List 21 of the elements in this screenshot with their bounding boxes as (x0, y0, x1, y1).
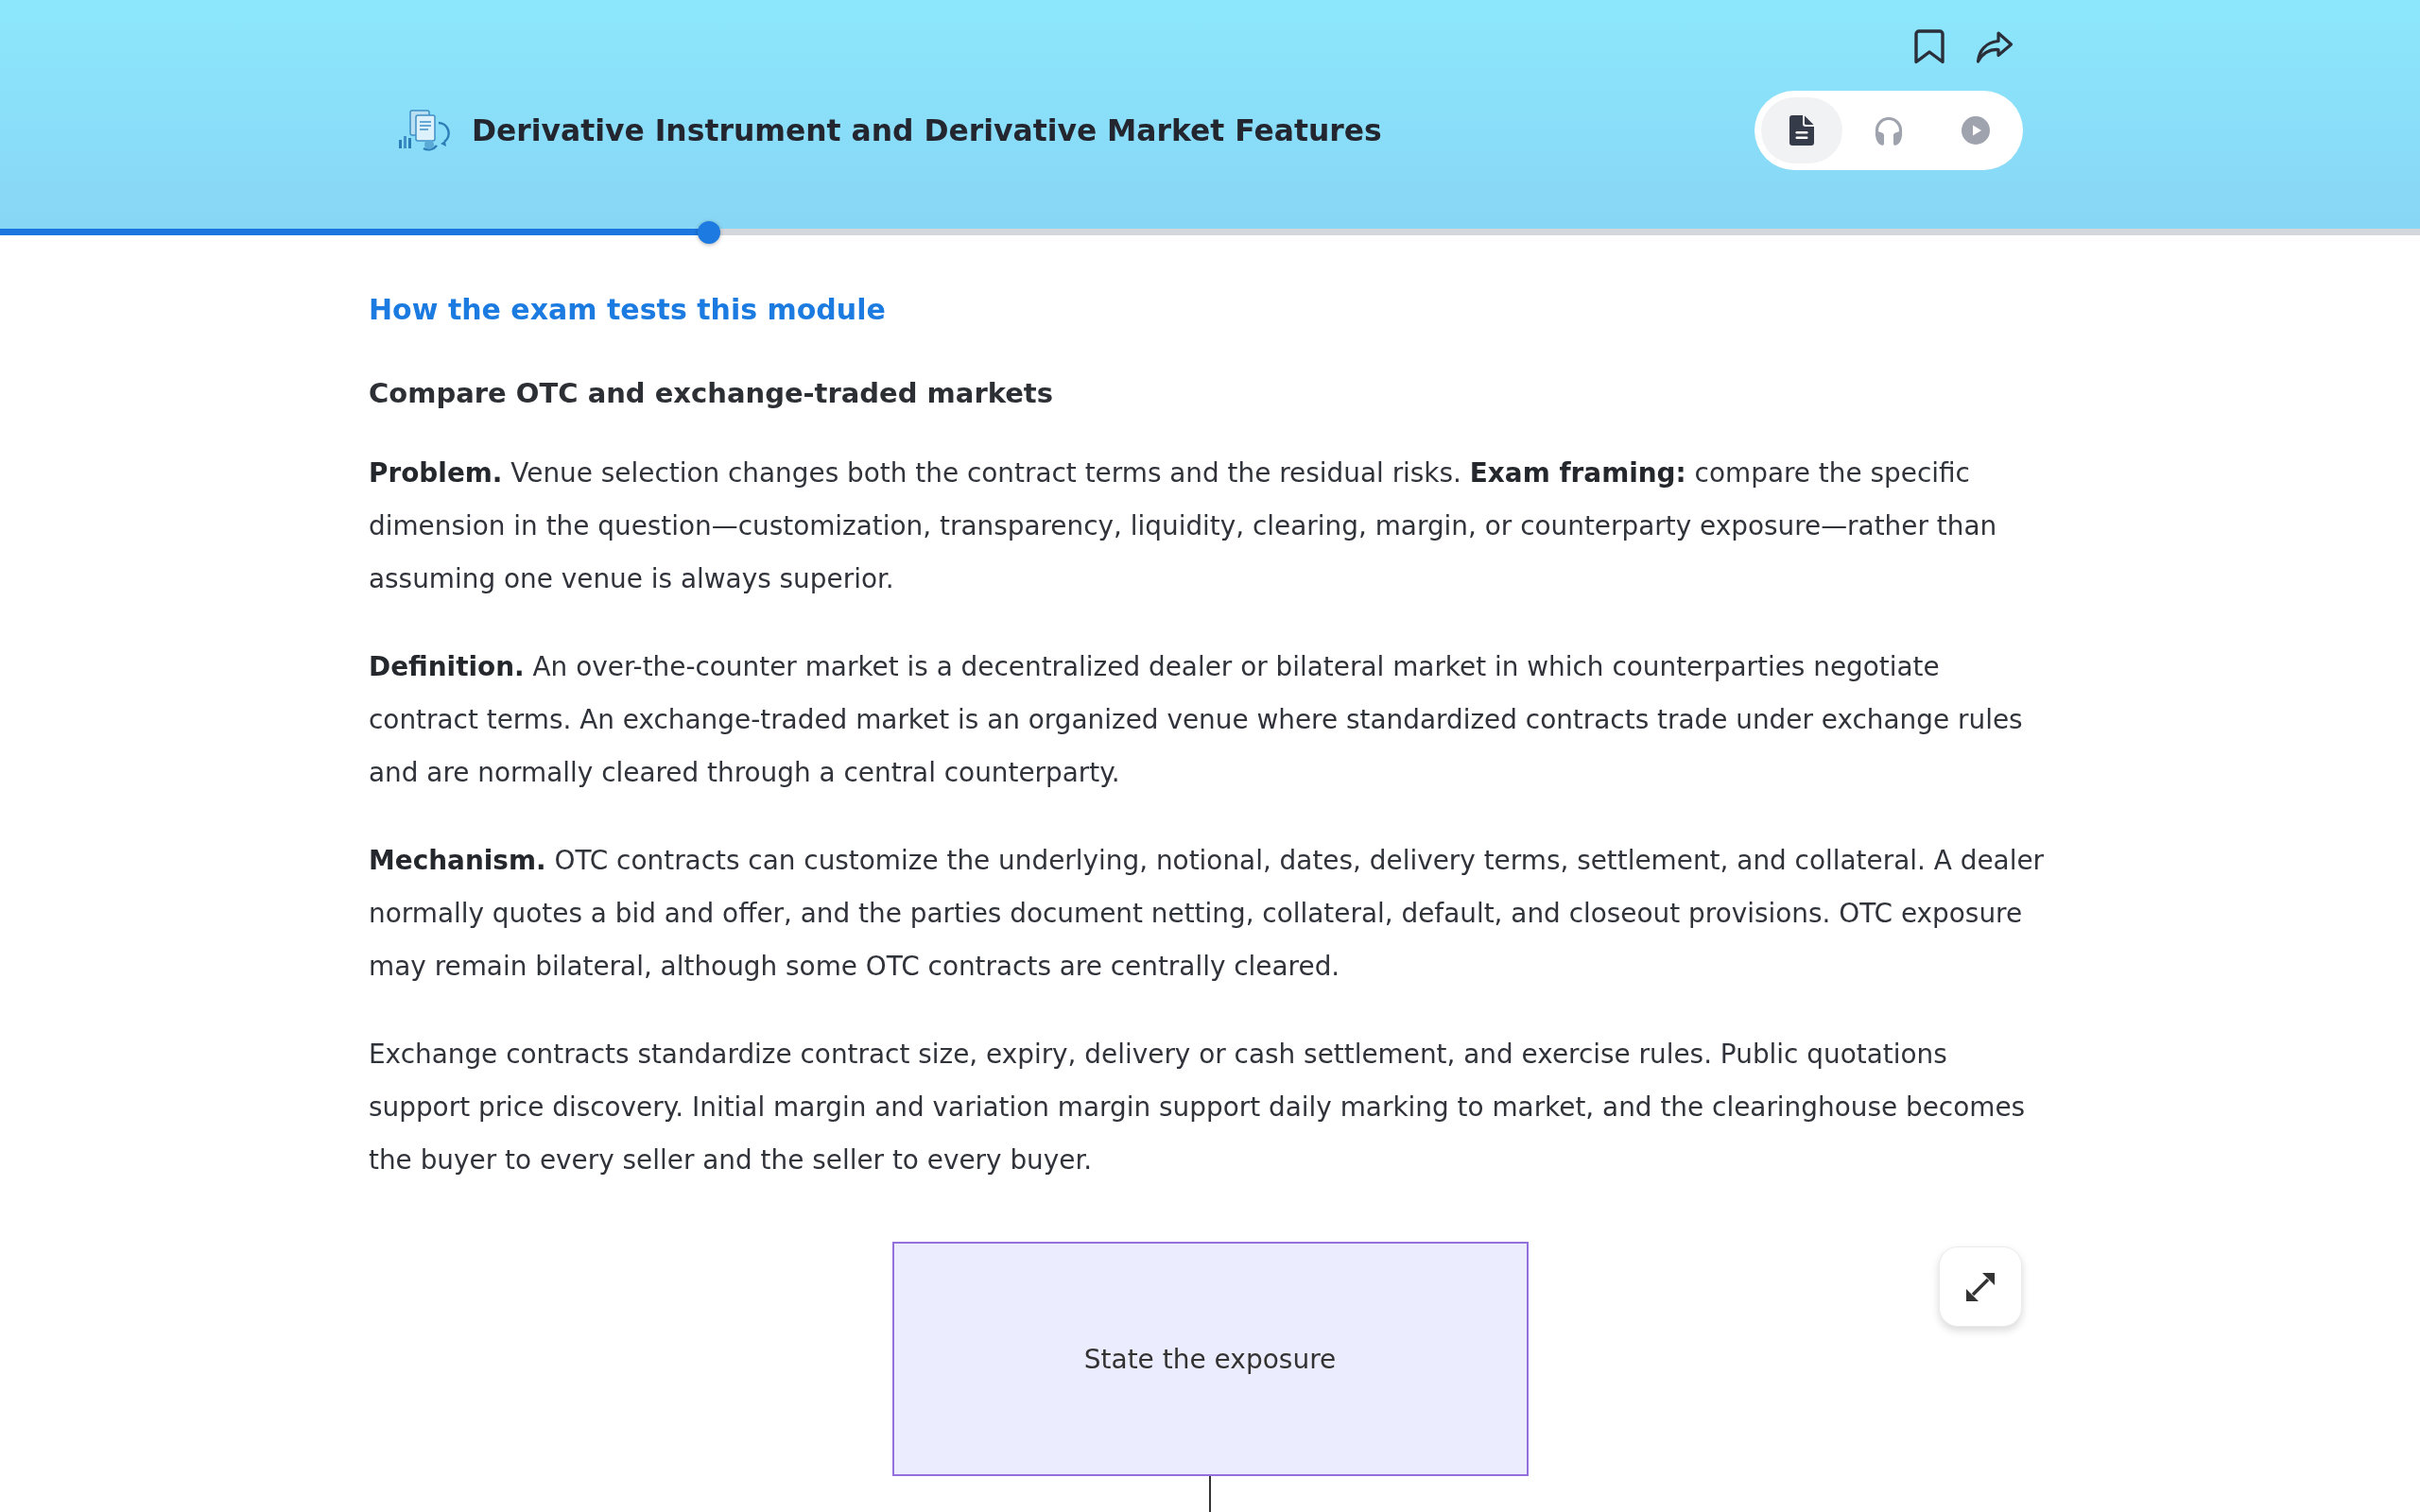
play-circle-icon (1962, 116, 1990, 145)
section-heading: Compare OTC and exchange-traded markets (369, 376, 1054, 411)
section-link[interactable]: How the exam tests this module (369, 291, 886, 329)
body-paragraph: Exchange contracts standardize contract size, expiry, delivery or cash settlement, and exercise rules. Public quotations support price discovery. Initial margin and variation margin support daily marking to market, and the clearinghouse becomes the buyer to every seller and the seller to every buyer. (369, 1038, 2027, 1177)
headphones-icon (1874, 115, 1904, 146)
mode-tab[interactable] (1761, 97, 1842, 163)
document-icon (1789, 115, 1814, 146)
progress-thumb[interactable] (698, 221, 721, 244)
bookmark-icon (1912, 29, 1946, 65)
body-paragraph: Definition. An over-the-counter market is a decentralized dealer or bilateral market in which counterparties negotiate contract terms. An exchange-traded market is an organized venue where standardized contracts trade under exchange rules and are normally cleared through a central counterparty. (369, 650, 2024, 790)
body-paragraph: Problem. Venue selection changes both the contract terms and the residual risks. Exam framing: compare the specific dimension in the question—customization, transparency, liquidity, clearing, margin, or counterparty exposure—rather than assuming one venue is always superior. (369, 456, 1998, 596)
page-title: Derivative Instrument and Derivative Market Features (472, 112, 1382, 149)
flowchart-node: State the exposure (891, 1242, 1529, 1476)
document-cycle-logo-icon (397, 110, 451, 151)
expand-arrows-icon (1964, 1270, 1996, 1303)
share-button[interactable] (1976, 30, 2014, 64)
share-arrow-icon (1976, 30, 2014, 64)
expand-button[interactable] (1939, 1246, 2022, 1327)
bookmark-button[interactable] (1912, 29, 1946, 65)
body-paragraph: Mechanism. OTC contracts can customize the underlying, notional, dates, delivery terms, settlement, and collateral. A dealer normally quotes a bid and offer, and the parties document netting, collateral, default, and closeout provisions. OTC exposure may remain bilateral, although some OTC contracts are centrally cleared. (369, 844, 2046, 984)
connector-line (1209, 1476, 1211, 1512)
